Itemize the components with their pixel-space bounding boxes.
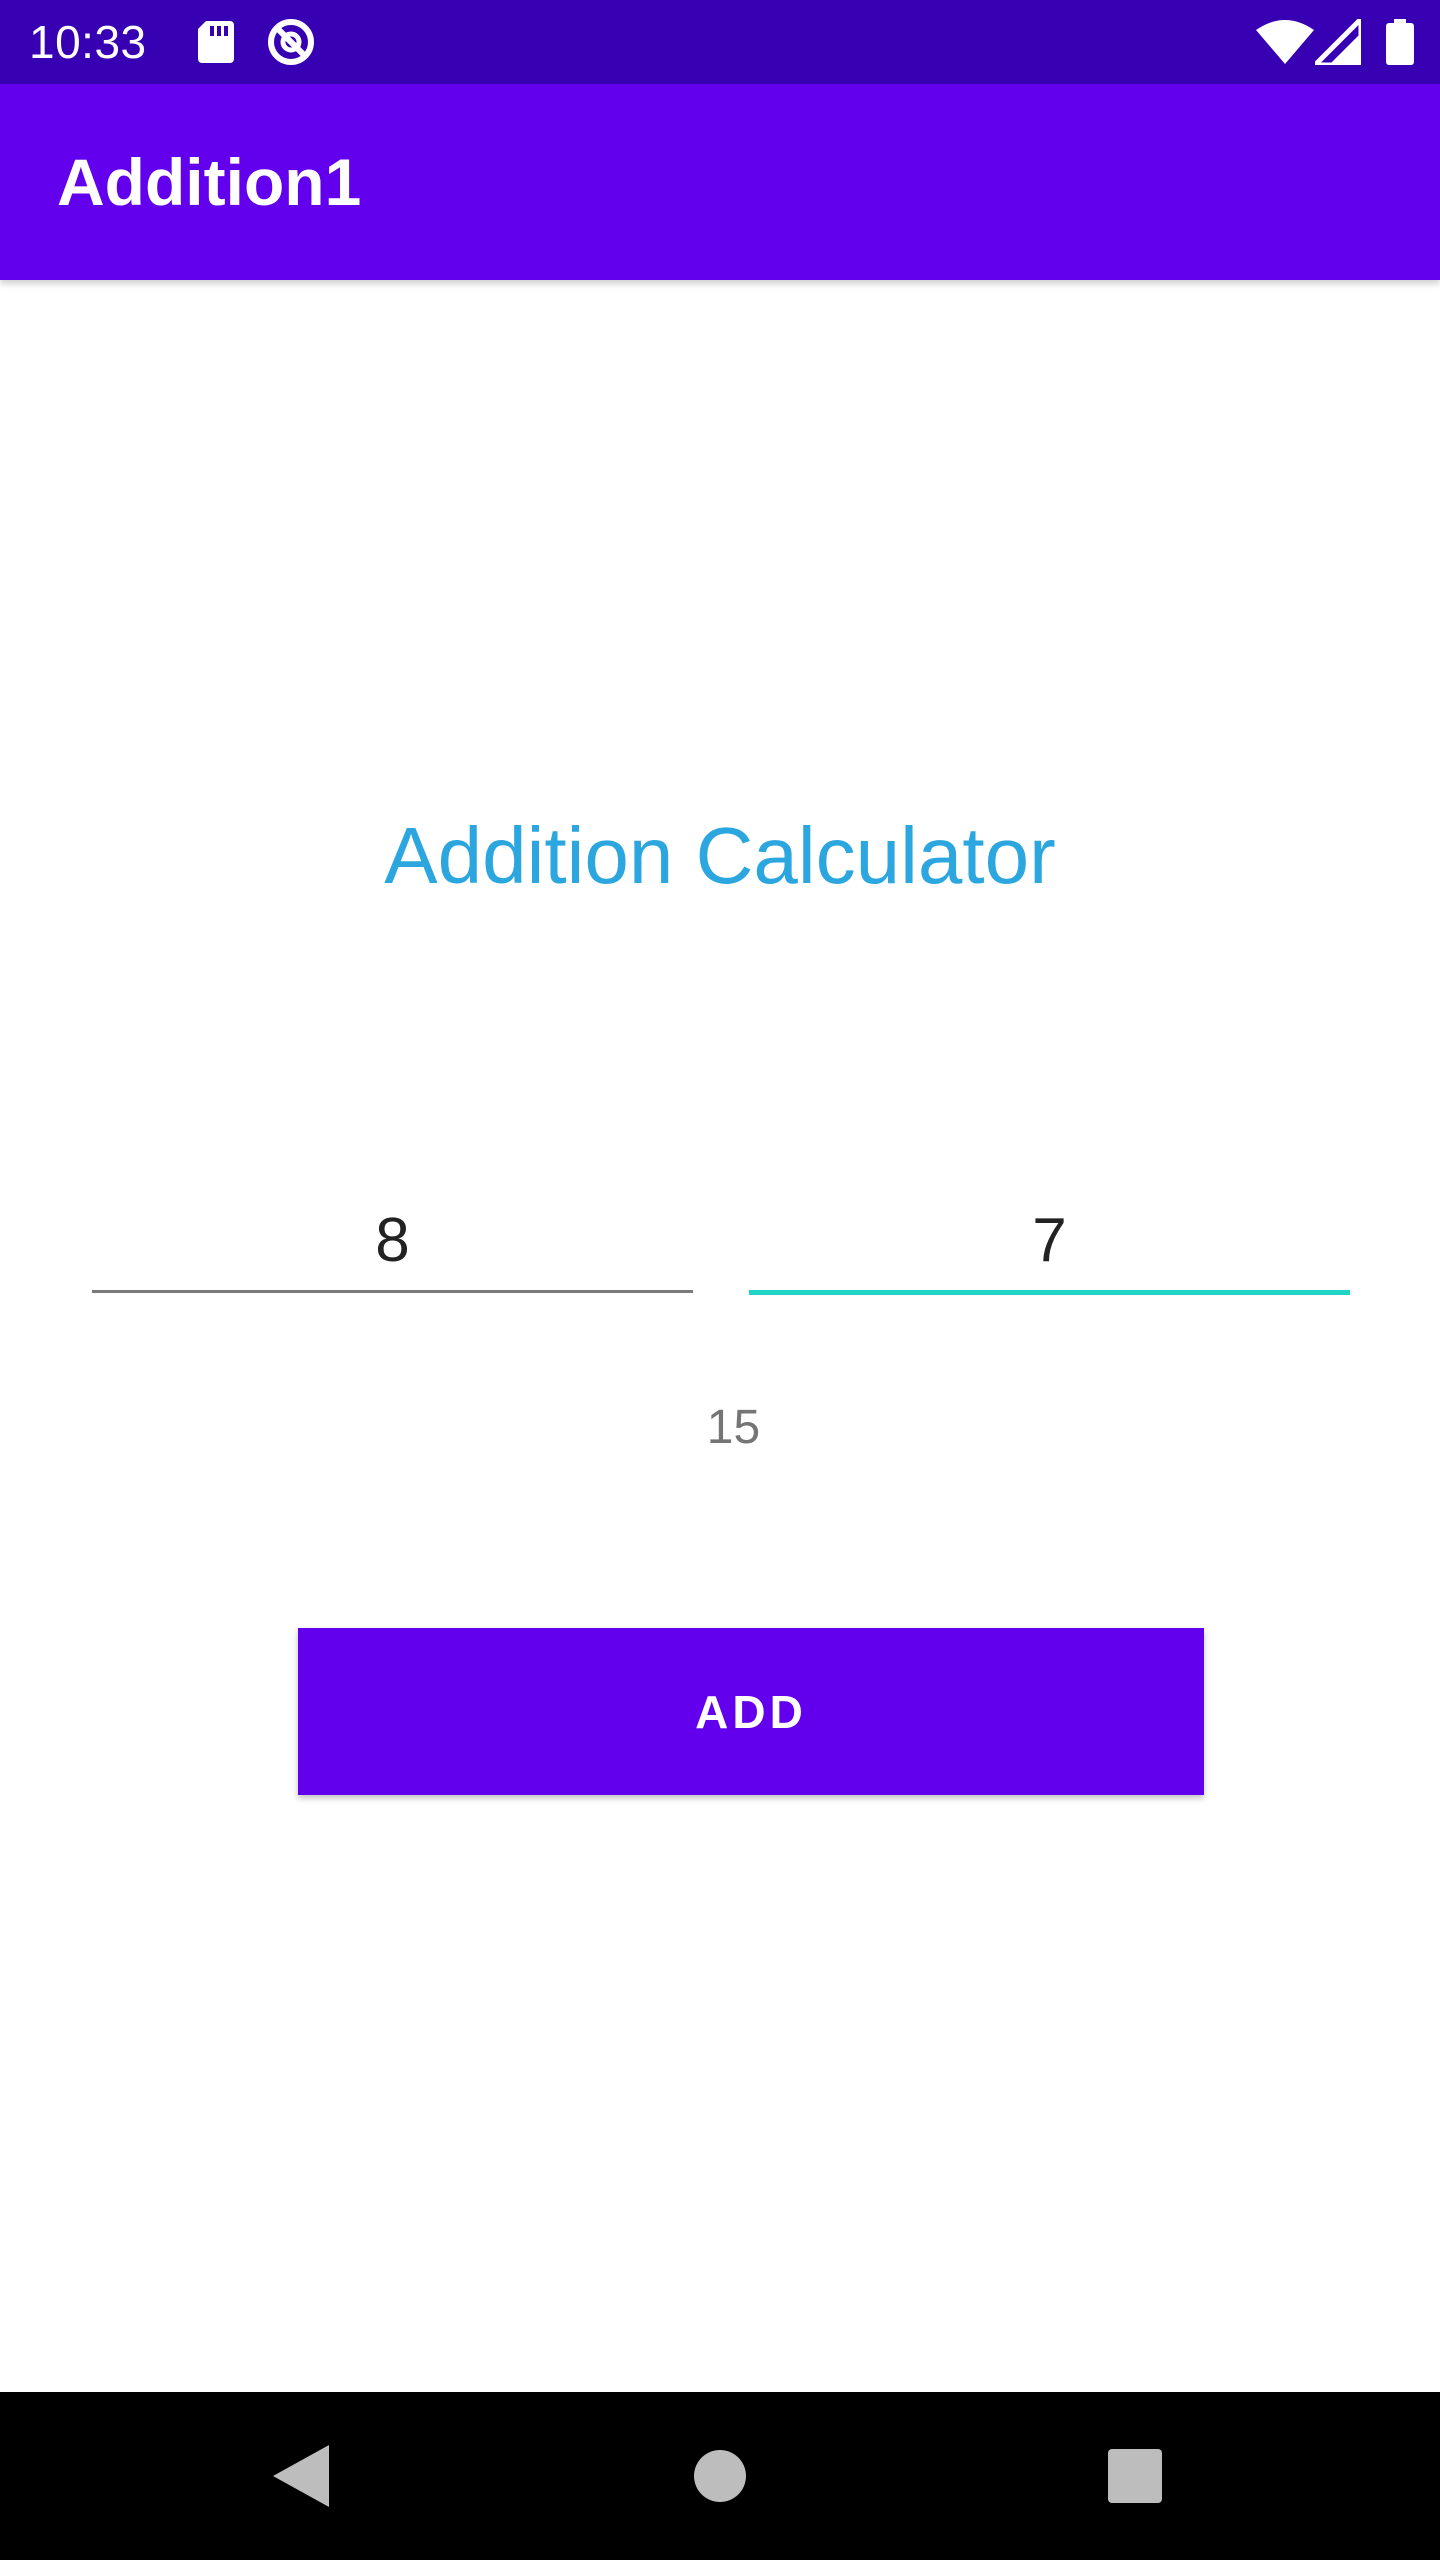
sync-blocked-icon xyxy=(265,0,317,84)
navigation-bar xyxy=(0,2392,1440,2560)
second-number-field[interactable] xyxy=(749,1190,1350,1295)
app-title: Addition1 xyxy=(57,145,362,219)
wifi-icon xyxy=(1255,0,1315,84)
first-number-input[interactable] xyxy=(92,1190,693,1290)
home-icon[interactable] xyxy=(650,2392,790,2560)
signal-icon xyxy=(1312,0,1364,84)
second-number-input[interactable] xyxy=(749,1190,1350,1290)
sd-card-icon xyxy=(196,0,236,84)
app-bar: Addition1 xyxy=(0,84,1440,280)
status-bar: 10:33 xyxy=(0,0,1440,84)
first-number-field[interactable] xyxy=(92,1190,693,1293)
recents-icon[interactable] xyxy=(1065,2392,1205,2560)
status-time: 10:33 xyxy=(29,16,147,68)
battery-icon xyxy=(1380,0,1420,84)
page-title: Addition Calculator xyxy=(384,811,1056,900)
add-button[interactable]: ADD xyxy=(298,1628,1204,1795)
screen: 10:33 Addition1 Addition Calculator 8 7 … xyxy=(0,0,1440,2560)
back-icon[interactable] xyxy=(231,2392,371,2560)
result-text: 15 xyxy=(706,1401,761,1454)
